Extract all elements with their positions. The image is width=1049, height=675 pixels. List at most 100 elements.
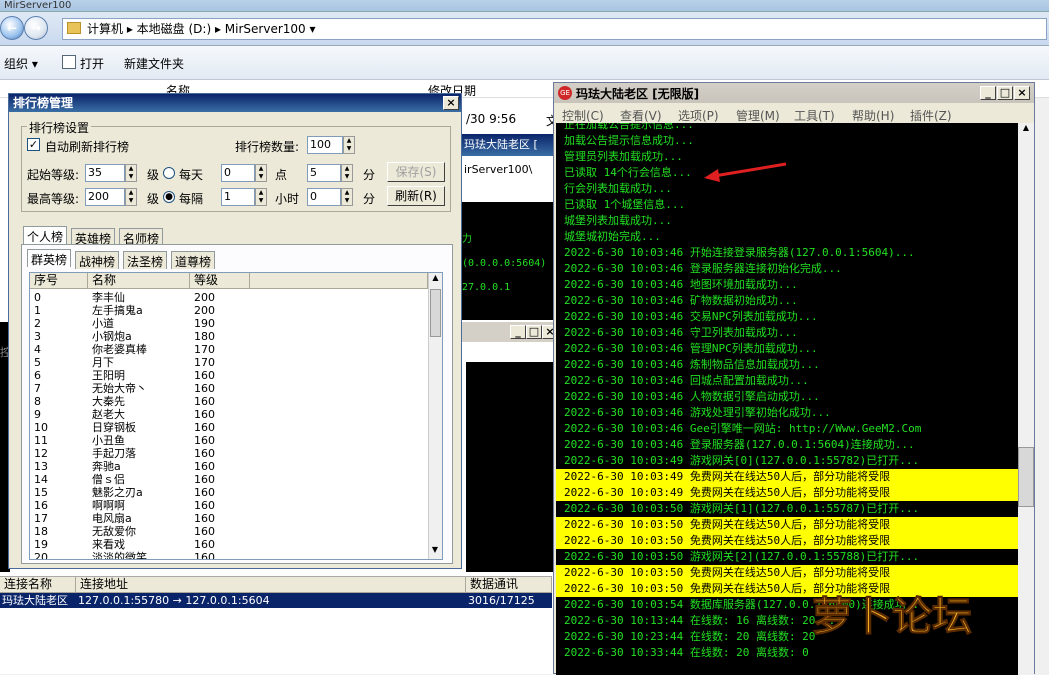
table-row[interactable]: 15 魅影之刃a 160 [30,486,428,499]
every-hour-input[interactable]: 1 [221,188,255,206]
table-row[interactable]: 14 僧ｓ侣 160 [30,473,428,486]
table-row[interactable]: 5 月下 170 [30,356,428,369]
cell-idx: 17 [34,512,48,525]
menu-item[interactable]: 控制(C) [562,107,604,124]
level-unit-2: 级 [147,192,160,206]
scroll-up-icon[interactable]: ▲ [429,273,442,287]
explorer-titlebar: MirServer100 [0,0,1049,12]
tab-mage-saint[interactable]: 法圣榜 [123,251,168,269]
cell-lvl: 180 [194,330,215,343]
cell-lvl: 160 [194,499,215,512]
count-spinner[interactable]: ▲ ▼ [343,136,355,154]
console-minimize-button[interactable]: _ [980,86,996,100]
table-row[interactable]: 10 日穿钢板 160 [30,421,428,434]
cell-idx: 11 [34,434,48,447]
menu-item[interactable]: 帮助(H) [852,107,894,124]
minute-input-2[interactable]: 0 [307,188,341,206]
table-row[interactable]: 16 啊啊啊 160 [30,499,428,512]
daily-hour-input[interactable]: 0 [221,164,255,182]
tab-war-god[interactable]: 战神榜 [75,251,120,269]
cell-idx: 7 [34,382,41,395]
table-row[interactable]: 0 李丰仙 200 [30,291,428,304]
table-row[interactable]: 20 淡淡的微笑 160 [30,551,428,559]
new-folder-button[interactable]: 新建文件夹 [124,55,184,72]
table-row[interactable]: 12 手起刀落 160 [30,447,428,460]
table-row[interactable]: 3 小钢炮a 180 [30,330,428,343]
console-line: 2022-6-30 10:03:46 地图环境加载成功... [564,278,798,291]
table-row[interactable]: 13 奔驰a 160 [30,460,428,473]
max-level-input[interactable]: 200 [85,188,125,206]
tab-personal[interactable]: 个人榜 [23,226,68,244]
minute-spinner-2[interactable]: ▲ ▼ [341,188,353,206]
ranking-close-button[interactable]: × [443,96,459,110]
max-level-spinner[interactable]: ▲ ▼ [125,188,137,206]
menu-item[interactable]: 插件(Z) [910,107,952,124]
start-level-input[interactable]: 35 [85,164,125,182]
console-close-button[interactable]: × [1014,86,1030,100]
menu-item[interactable]: 查看(V) [620,107,662,124]
table-row[interactable]: 9 赵老大 160 [30,408,428,421]
table-row[interactable]: 11 小丑鱼 160 [30,434,428,447]
start-level-spinner[interactable]: ▲ ▼ [125,164,137,182]
cell-lvl: 160 [194,408,215,421]
console-scrollbar[interactable]: ▲ [1018,123,1034,675]
minute-spinner-1[interactable]: ▲ ▼ [341,164,353,182]
table-row[interactable]: 19 来看戏 160 [30,538,428,551]
table-row[interactable]: 7 无始大帝丶 160 [30,382,428,395]
cell-lvl: 170 [194,343,215,356]
scroll-down-icon[interactable]: ▼ [429,545,441,559]
table-row[interactable]: 1 左手搞鬼a 200 [30,304,428,317]
console-line: 2022-6-30 10:03:49 游戏网关[0](127.0.0.1:557… [564,454,920,467]
path-segment-folder[interactable]: MirServer100 [225,22,306,36]
save-button[interactable]: 保存(S) [387,162,445,182]
bg-maximize-button[interactable]: □ [526,325,542,339]
open-button[interactable]: 打开 [80,55,104,72]
gate-col-data[interactable]: 数据通讯 [466,577,552,593]
ranking-scrollbar[interactable]: ▲ ▼ [428,273,442,559]
auto-refresh-checkbox[interactable]: ✓ [27,138,40,151]
col-level[interactable]: 等级 [190,273,250,289]
menu-item[interactable]: 选项(P) [678,107,719,124]
console-line: 正在加载公告提示信息... [564,123,694,131]
bg-console-2 [466,362,556,572]
date-fragment: /30 9:56 [466,112,517,126]
console-scroll-thumb[interactable] [1018,447,1034,507]
every-radio[interactable]: ● [163,191,175,203]
daily-hour-spinner[interactable]: ▲ ▼ [255,164,267,182]
cell-idx: 13 [34,460,48,473]
cell-lvl: 200 [194,304,215,317]
gate-col-addr[interactable]: 连接地址 [76,577,466,593]
table-row[interactable]: 8 大秦先 160 [30,395,428,408]
table-row[interactable]: 4 你老婆真棒 170 [30,343,428,356]
back-button[interactable]: ← [0,16,24,40]
console-line: 已读取 1个城堡信息... [564,198,686,211]
cell-name: 无始大帝丶 [92,382,147,395]
gate-col-name[interactable]: 连接名称 [0,577,76,593]
col-index[interactable]: 序号 [30,273,88,289]
cell-idx: 12 [34,447,48,460]
path-segment-computer[interactable]: 计算机 [87,22,123,36]
table-row[interactable]: 2 小道 190 [30,317,428,330]
bg-minimize-button[interactable]: _ [510,325,526,339]
table-row[interactable]: 18 无敌爱你 160 [30,525,428,538]
refresh-button[interactable]: 刷新(R) [387,186,445,206]
gate-row[interactable]: 玛珐大陆老区 127.0.0.1:55780 → 127.0.0.1:5604 … [0,593,552,608]
minute-input-1[interactable]: 5 [307,164,341,182]
forward-button[interactable]: → [24,16,48,40]
organize-button[interactable]: 组织 ▾ [4,55,38,72]
menu-item[interactable]: 管理(M) [736,107,780,124]
menu-item[interactable]: 工具(T) [794,107,835,124]
table-row[interactable]: 17 电风扇a 160 [30,512,428,525]
scroll-thumb[interactable] [430,289,441,337]
address-path[interactable]: 计算机 ▸ 本地磁盘 (D:) ▸ MirServer100 ▾ [62,18,1047,40]
table-row[interactable]: 6 王阳明 160 [30,369,428,382]
tab-taoist-lord[interactable]: 道尊榜 [171,251,216,269]
count-input[interactable]: 100 [307,136,343,154]
tab-heroes-group[interactable]: 群英榜 [27,249,72,267]
path-segment-disk[interactable]: 本地磁盘 (D:) [137,22,211,36]
console-maximize-button[interactable]: □ [997,86,1013,100]
every-hour-spinner[interactable]: ▲ ▼ [255,188,267,206]
col-rank-name[interactable]: 名称 [88,273,190,289]
console-scroll-up-icon[interactable]: ▲ [1018,123,1034,137]
daily-radio[interactable] [163,167,175,179]
